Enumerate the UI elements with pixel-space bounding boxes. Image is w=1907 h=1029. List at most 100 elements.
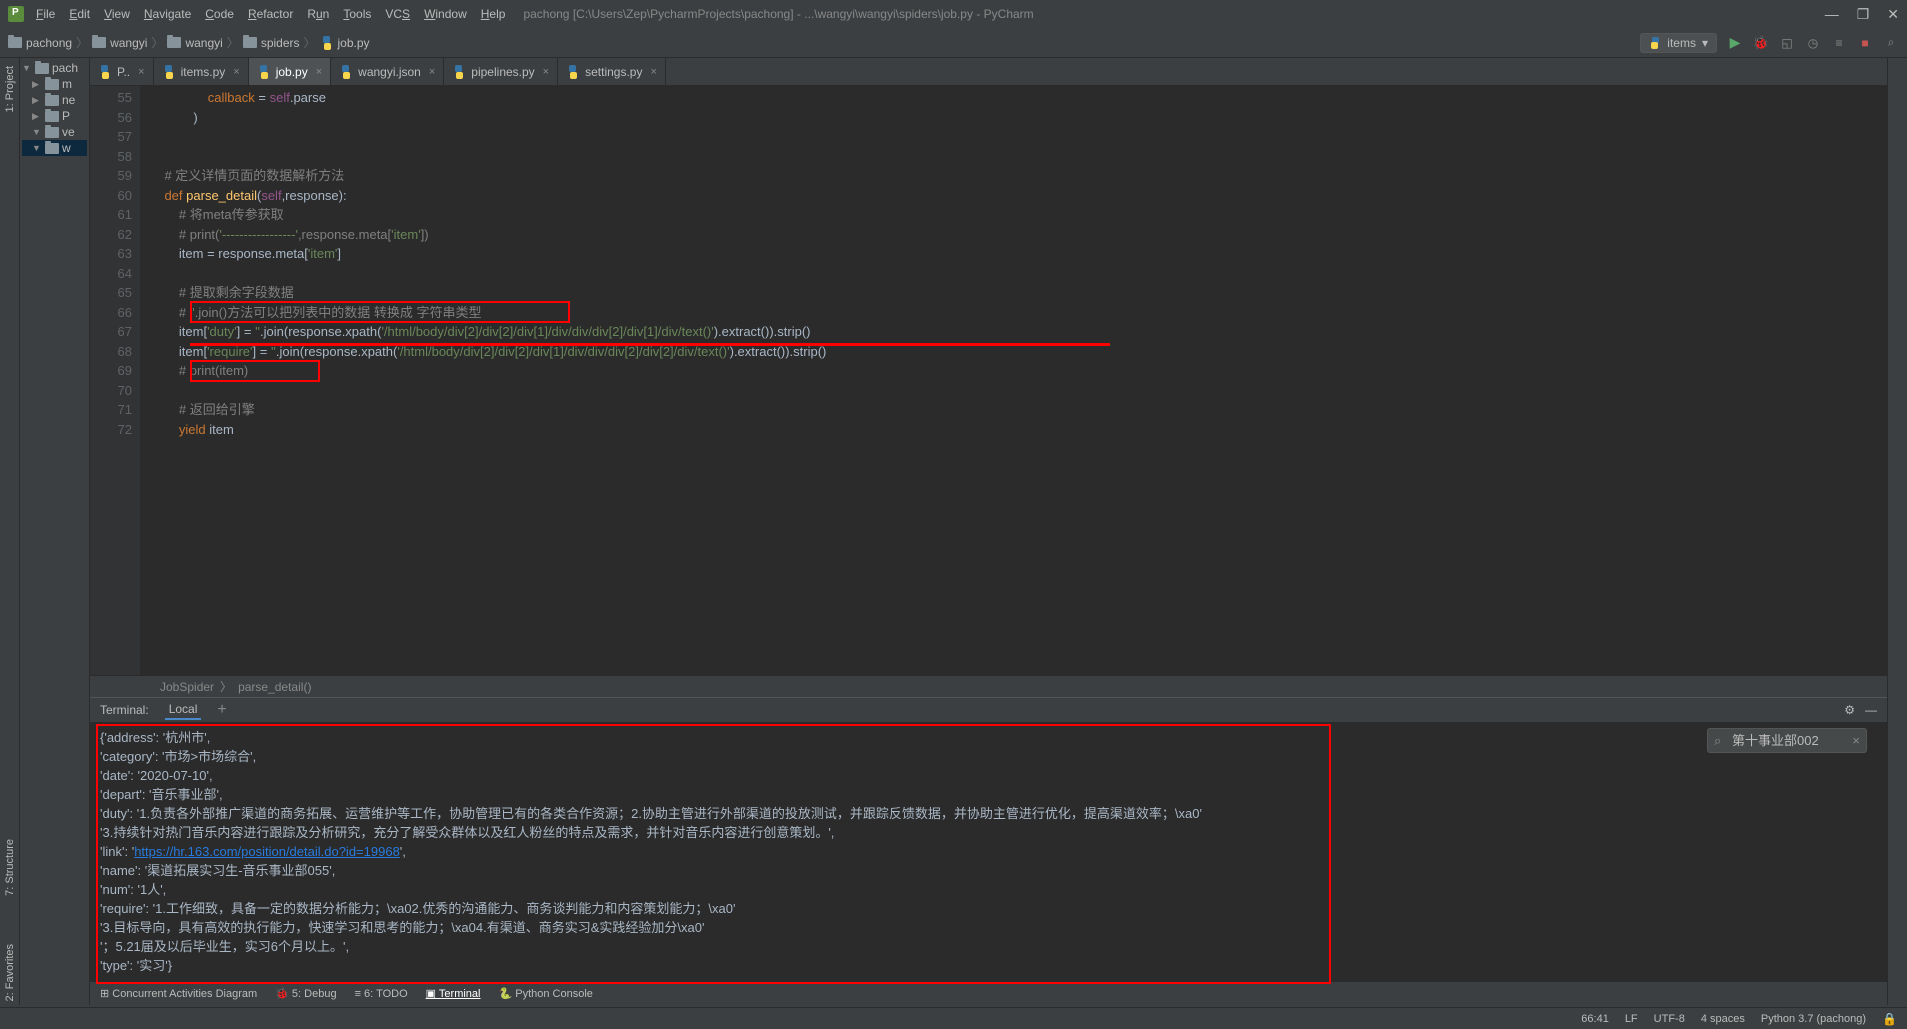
editor-tab[interactable]: pipelines.py× — [444, 58, 558, 85]
minimize-panel-icon[interactable]: — — [1865, 703, 1877, 717]
terminal-line: 'require': '1.工作细致，具备一定的数据分析能力；\xa02.优秀的… — [100, 899, 1877, 918]
folder-icon — [92, 37, 106, 48]
menu-bar: File Edit View Navigate Code Refactor Ru… — [36, 7, 505, 21]
code-line[interactable]: # 将meta传参获取 — [150, 205, 1887, 225]
code-line[interactable]: item['require'] = ''.join(response.xpath… — [150, 342, 1887, 362]
menu-vcs[interactable]: VCS — [385, 7, 410, 21]
terminal-line: 'type': '实习'} — [100, 956, 1877, 975]
editor-body[interactable]: 555657585960616263646566676869707172 cal… — [90, 86, 1887, 675]
code-line[interactable] — [150, 127, 1887, 147]
bottom-tab[interactable]: ⊞ Concurrent Activities Diagram — [100, 987, 257, 1000]
code-line[interactable]: # print(item) — [150, 361, 1887, 381]
menu-help[interactable]: Help — [481, 7, 506, 21]
code-line[interactable]: # 定义详情页面的数据解析方法 — [150, 166, 1887, 186]
run-configuration-dropdown[interactable]: items ▾ — [1640, 33, 1717, 53]
menu-tools[interactable]: Tools — [343, 7, 371, 21]
terminal-line: 'duty': '1.负责各外部推广渠道的商务拓展、运营维护等工作，协助管理已有… — [100, 804, 1877, 823]
terminal-body[interactable]: 第十事业部002 {'address': '杭州市', 'category': … — [90, 722, 1887, 981]
tree-row[interactable]: ▼w — [22, 140, 87, 156]
python-interpreter[interactable]: Python 3.7 (pachong) — [1761, 1013, 1866, 1025]
code-line[interactable] — [150, 147, 1887, 167]
bc-file[interactable]: job.py — [320, 36, 370, 50]
code-line[interactable]: callback = self.parse — [150, 88, 1887, 108]
editor-tab[interactable]: job.py× — [249, 58, 331, 85]
code-line[interactable] — [150, 264, 1887, 284]
editor-tab[interactable]: settings.py× — [558, 58, 666, 85]
file-icon — [452, 65, 466, 79]
bc-3[interactable]: spiders — [243, 36, 300, 50]
concurrent-button[interactable]: ≡ — [1831, 35, 1847, 51]
project-tool-tab[interactable]: 1: Project — [2, 62, 18, 116]
debug-button[interactable]: 🐞 — [1753, 35, 1769, 51]
close-icon[interactable]: ✕ — [1887, 6, 1899, 23]
project-tree[interactable]: ▼pach▶m▶ne▶P▼ve▼w — [20, 58, 89, 158]
structure-tool-tab[interactable]: 7: Structure — [2, 835, 18, 900]
line-separator[interactable]: LF — [1625, 1013, 1638, 1025]
editor-tab[interactable]: P..× — [90, 58, 154, 85]
lock-icon[interactable]: 🔒 — [1882, 1012, 1897, 1026]
menu-view[interactable]: View — [104, 7, 130, 21]
terminal-line: 'name': '渠道拓展实习生-音乐事业部055', — [100, 861, 1877, 880]
main-area: 1: Project 7: Structure 2: Favorites ▼pa… — [0, 58, 1907, 1005]
bottom-tab[interactable]: 🐍 Python Console — [499, 987, 593, 1000]
terminal-add-tab[interactable]: + — [217, 701, 226, 719]
close-tab-icon[interactable]: × — [429, 66, 435, 78]
favorites-tool-tab[interactable]: 2: Favorites — [2, 940, 18, 1005]
tree-row[interactable]: ▶P — [22, 108, 87, 124]
code-line[interactable]: # ''.join()方法可以把列表中的数据 转换成 字符串类型 — [150, 303, 1887, 323]
menu-window[interactable]: Window — [424, 7, 467, 21]
menu-code[interactable]: Code — [205, 7, 234, 21]
editor-tab[interactable]: items.py× — [154, 58, 249, 85]
menu-run[interactable]: Run — [307, 7, 329, 21]
menu-file[interactable]: File — [36, 7, 55, 21]
bc-1[interactable]: wangyi — [92, 36, 147, 50]
indent-setting[interactable]: 4 spaces — [1701, 1013, 1745, 1025]
close-tab-icon[interactable]: × — [233, 66, 239, 78]
run-button[interactable]: ▶ — [1727, 35, 1743, 51]
tree-row[interactable]: ▼ve — [22, 124, 87, 140]
code-line[interactable]: # print('-----------------',response.met… — [150, 225, 1887, 245]
file-icon — [566, 65, 580, 79]
bc-sep: 〉 — [151, 34, 163, 51]
code-line[interactable] — [150, 381, 1887, 401]
tree-row[interactable]: ▼pach — [22, 60, 87, 76]
close-tab-icon[interactable]: × — [543, 66, 549, 78]
code-line[interactable]: item = response.meta['item'] — [150, 244, 1887, 264]
terminal-line: 'date': '2020-07-10', — [100, 766, 1877, 785]
bottom-tab[interactable]: ▣ Terminal — [426, 987, 481, 1000]
bc-2[interactable]: wangyi — [167, 36, 222, 50]
gear-icon[interactable]: ⚙ — [1844, 703, 1855, 717]
coverage-button[interactable]: ◱ — [1779, 35, 1795, 51]
close-tab-icon[interactable]: × — [138, 66, 144, 78]
menu-edit[interactable]: Edit — [69, 7, 90, 21]
menu-navigate[interactable]: Navigate — [144, 7, 191, 21]
bc-sep: 〉 — [304, 34, 316, 51]
editor-tab[interactable]: wangyi.json× — [331, 58, 444, 85]
python-file-icon — [320, 36, 334, 50]
cursor-position[interactable]: 66:41 — [1581, 1013, 1609, 1025]
profiler-button[interactable]: ◷ — [1805, 35, 1821, 51]
terminal-search[interactable]: 第十事业部002 — [1707, 728, 1867, 753]
file-encoding[interactable]: UTF-8 — [1654, 1013, 1685, 1025]
terminal-tab-local[interactable]: Local — [165, 700, 202, 720]
stop-button[interactable]: ■ — [1857, 35, 1873, 51]
bc-root[interactable]: pachong — [8, 36, 72, 50]
bottom-tab[interactable]: 🐞 5: Debug — [275, 987, 336, 1000]
code-line[interactable]: ) — [150, 108, 1887, 128]
maximize-icon[interactable]: ❐ — [1857, 6, 1870, 23]
code-line[interactable]: item['duty'] = ''.join(response.xpath('/… — [150, 322, 1887, 342]
code-line[interactable]: # 返回给引擎 — [150, 400, 1887, 420]
code-line[interactable]: # 提取剩余字段数据 — [150, 283, 1887, 303]
code[interactable]: callback = self.parse ) # 定义详情页面的数据解析方法 … — [140, 86, 1887, 675]
code-line[interactable]: def parse_detail(self,response): — [150, 186, 1887, 206]
tree-row[interactable]: ▶m — [22, 76, 87, 92]
bottom-tab[interactable]: ≡ 6: TODO — [355, 988, 408, 1000]
code-line[interactable]: yield item — [150, 420, 1887, 440]
minimize-icon[interactable]: — — [1825, 6, 1839, 23]
menu-refactor[interactable]: Refactor — [248, 7, 293, 21]
editor-area: P..×items.py×job.py×wangyi.json×pipeline… — [90, 58, 1887, 1005]
close-tab-icon[interactable]: × — [316, 66, 322, 78]
tree-row[interactable]: ▶ne — [22, 92, 87, 108]
close-tab-icon[interactable]: × — [650, 66, 656, 78]
search-everywhere-button[interactable]: ⌕ — [1883, 35, 1899, 51]
